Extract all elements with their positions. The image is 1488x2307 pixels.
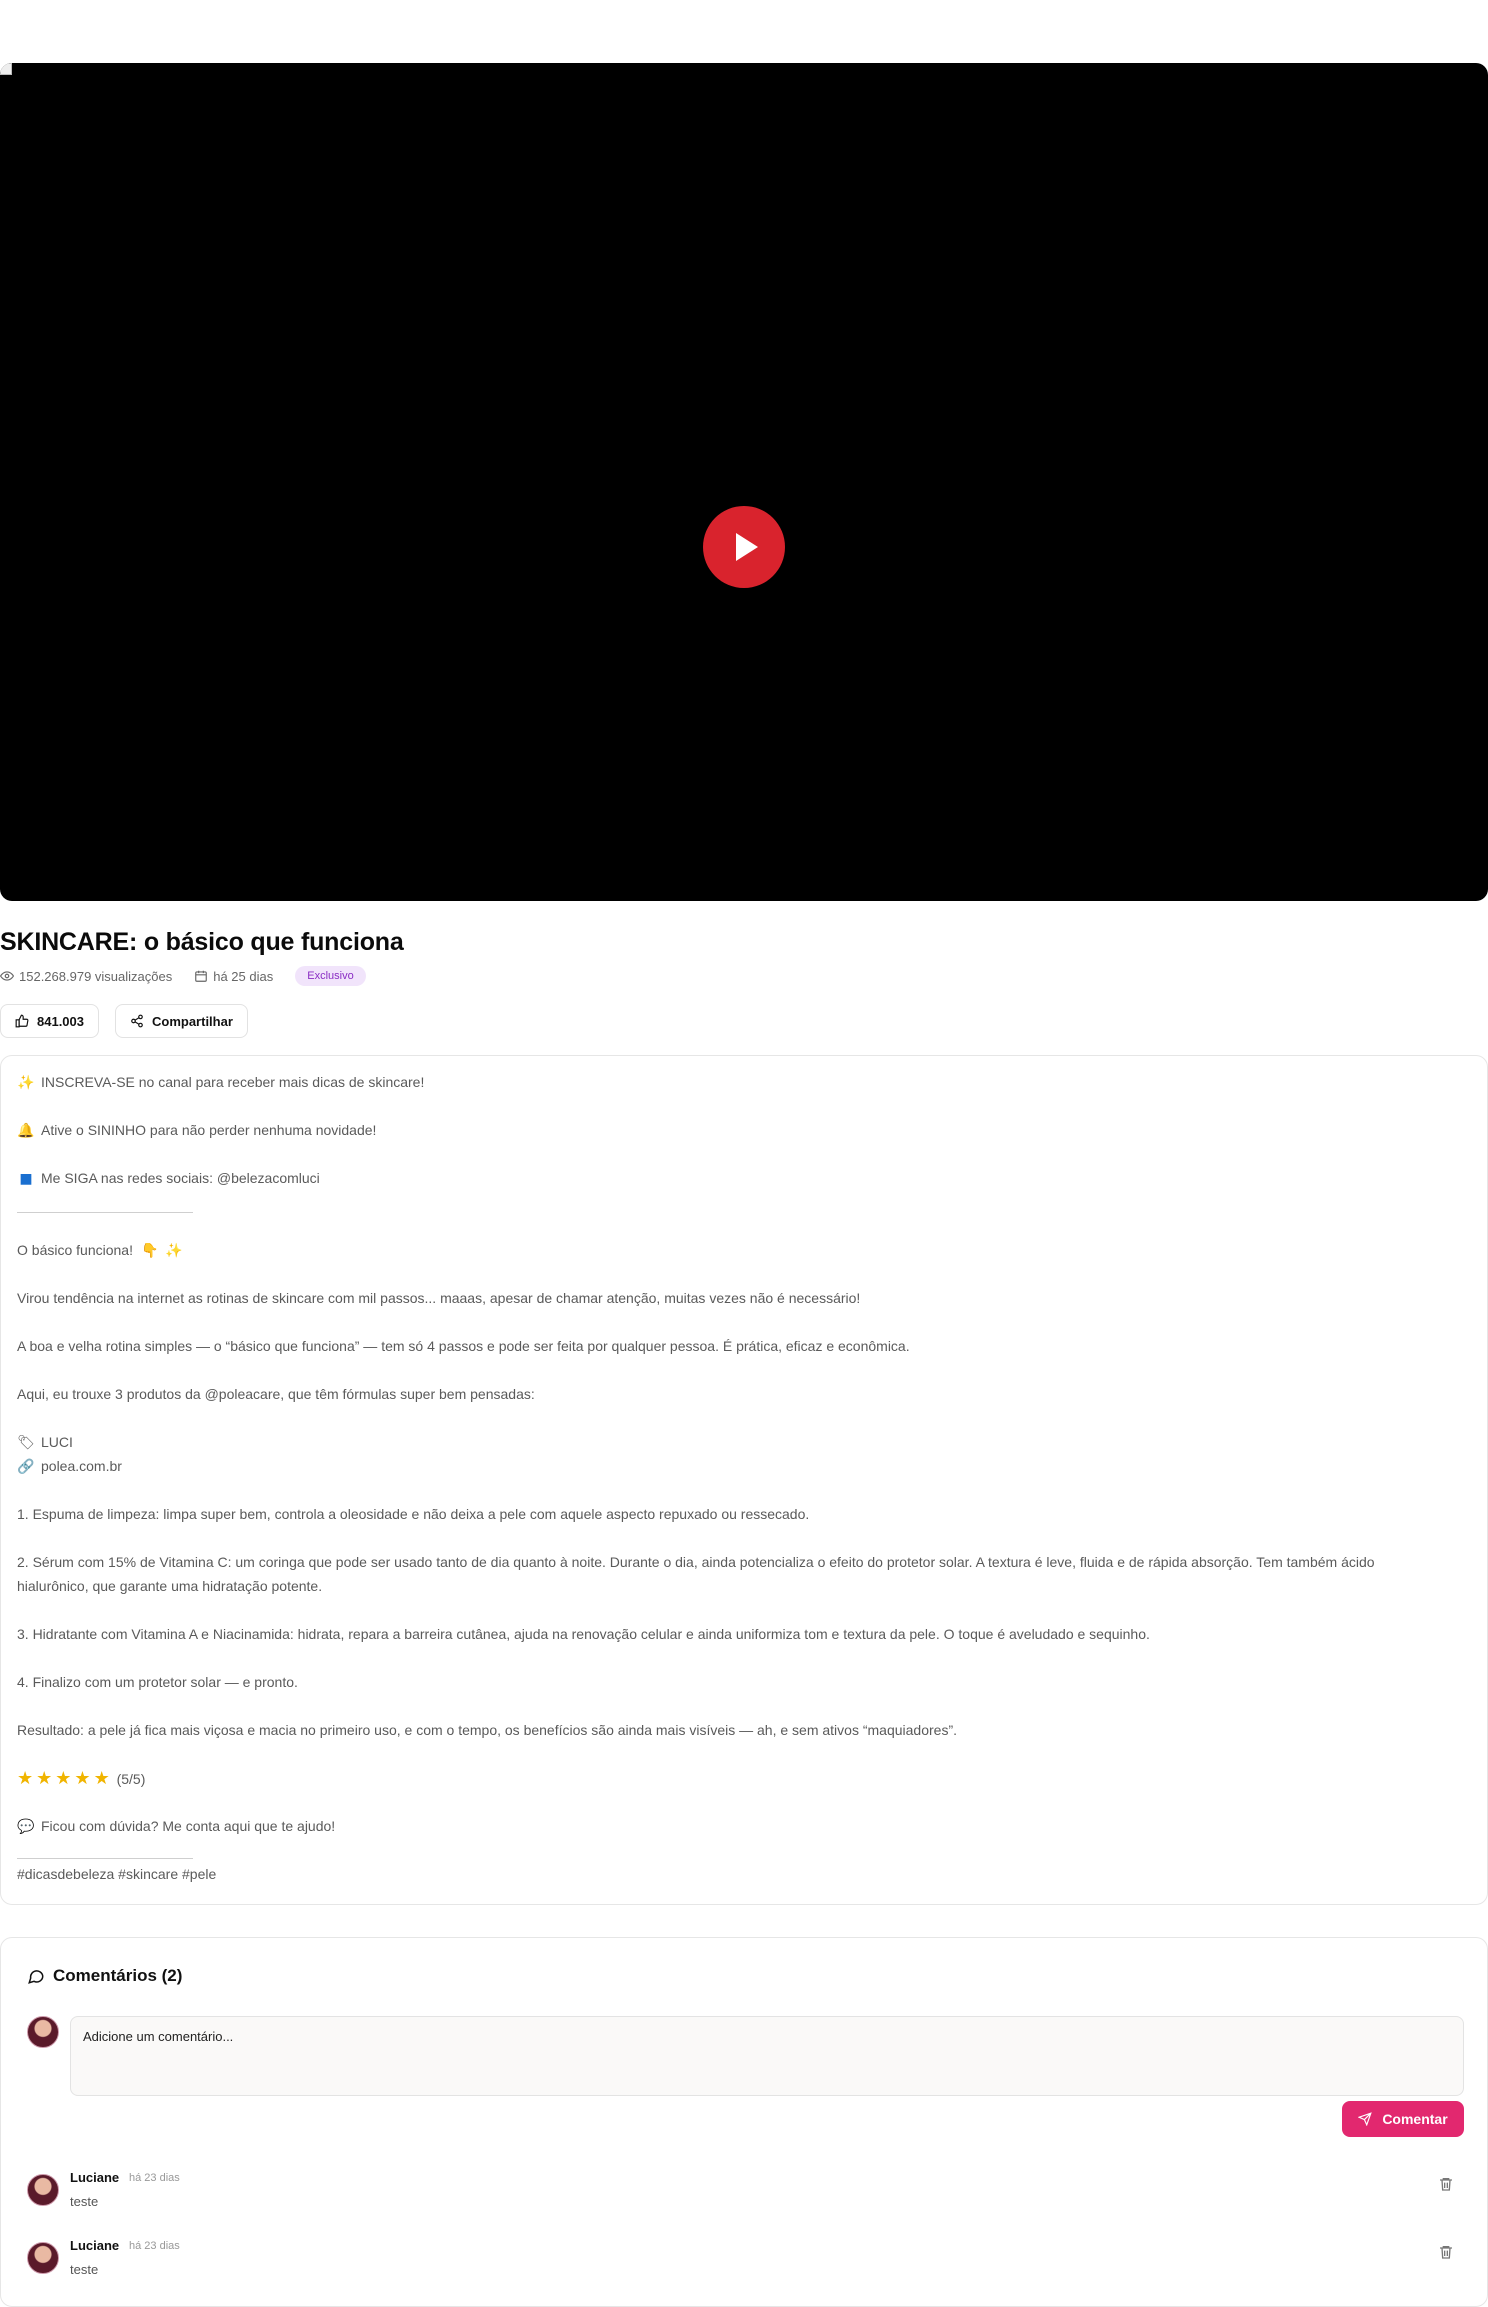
divider — [17, 1858, 193, 1859]
comment-text: teste — [70, 2194, 99, 2209]
comment-input[interactable]: Adicione um comentário... — [70, 2016, 1464, 2096]
star-icon: ★ — [17, 1768, 34, 1789]
point-down-icon: 👇 — [141, 1243, 159, 1259]
subscribe-text: INSCREVA-SE no canal para receber mais d… — [41, 1074, 425, 1090]
site-text[interactable]: polea.com.br — [41, 1458, 122, 1474]
video-actions: 841.003 Compartilhar — [0, 1004, 248, 1038]
trash-icon[interactable] — [1438, 2244, 1454, 2260]
video-title: SKINCARE: o básico que funciona — [0, 928, 404, 956]
comment-time: há 23 dias — [129, 2240, 180, 2252]
speech-bubble-icon: 💬 — [17, 1819, 35, 1835]
star-icon: ★ — [93, 1768, 110, 1789]
trash-icon[interactable] — [1438, 2176, 1454, 2192]
divider — [17, 1212, 193, 1213]
thumbnail-image — [0, 63, 12, 75]
star-icon: ★ — [55, 1768, 72, 1789]
comment-item: Luciane há 23 dias teste — [1, 2170, 1487, 2230]
play-icon — [736, 533, 758, 561]
link-icon: 🔗 — [17, 1459, 35, 1475]
bell-text: Ative o SININHO para não perder nenhuma … — [41, 1122, 377, 1138]
comments-section: Comentários (2) Adicione um comentário..… — [0, 1937, 1488, 2307]
subscribe-line: ✨ INSCREVA-SE no canal para receber mais … — [17, 1074, 424, 1091]
comments-heading: Comentários (2) — [27, 1966, 182, 1986]
comments-title: Comentários (2) — [53, 1966, 183, 1985]
result-line: Resultado: a pele já fica mais viçosa e … — [17, 1722, 957, 1738]
play-button[interactable] — [703, 506, 785, 588]
calendar-icon — [195, 970, 208, 982]
sparkles-icon: ✨ — [165, 1243, 183, 1259]
comment-item: Luciane há 23 dias teste — [1, 2238, 1487, 2298]
sparkles-icon: ✨ — [17, 1075, 35, 1091]
star-icon: ★ — [74, 1768, 91, 1789]
avatar — [27, 2174, 59, 2206]
eye-icon — [0, 971, 14, 981]
video-description: ✨ INSCREVA-SE no canal para receber mais … — [0, 1055, 1488, 1905]
views-text: 152.268.979 visualizações — [19, 968, 173, 984]
coupon-line: 🏷 LUCI — [17, 1434, 73, 1451]
date-text: há 25 dias — [213, 968, 274, 984]
comment-placeholder: Adicione um comentário... — [83, 2029, 234, 2044]
video-meta: 152.268.979 visualizações há 25 dias Exc… — [0, 965, 366, 987]
step-2: 2. Sérum com 15% de Vitamina C: um corin… — [17, 1554, 1375, 1594]
comment-author[interactable]: Luciane — [70, 2238, 119, 2253]
views-count: 152.268.979 visualizações — [0, 969, 172, 984]
tag-icon: 🏷 — [17, 1435, 35, 1451]
speech-bubble-icon — [28, 1970, 44, 1984]
paper-plane-icon — [1358, 2112, 1373, 2126]
follow-text: Me SIGA nas redes sociais: @belezacomluc… — [41, 1170, 320, 1186]
share-icon — [131, 1014, 143, 1028]
question-text: Ficou com dúvida? Me conta aqui que te a… — [41, 1818, 336, 1834]
video-player[interactable] — [0, 63, 1488, 901]
rating-text: (5/5) — [116, 1771, 146, 1787]
site-line: 🔗 polea.com.br — [17, 1458, 122, 1475]
avatar — [27, 2242, 59, 2274]
star-icon: ★ — [36, 1768, 53, 1789]
rating: ★ ★ ★ ★ ★ (5/5) — [17, 1768, 145, 1789]
comment-time: há 23 dias — [129, 2172, 180, 2184]
paragraph-2: A boa e velha rotina simples — o “básico… — [17, 1338, 910, 1354]
like-button[interactable]: 841.003 — [0, 1004, 99, 1038]
share-button[interactable]: Compartilhar — [115, 1004, 248, 1038]
paragraph-3: Aqui, eu trouxe 3 produtos da @poleacare… — [17, 1386, 535, 1402]
comment-author[interactable]: Luciane — [70, 2170, 119, 2185]
like-count: 841.003 — [37, 1013, 84, 1029]
comment-text: teste — [70, 2262, 99, 2277]
coupon-text: LUCI — [41, 1434, 73, 1450]
step-1: 1. Espuma de limpeza: limpa super bem, c… — [17, 1506, 810, 1522]
question-line: 💬 Ficou com dúvida? Me conta aqui que te … — [17, 1818, 335, 1835]
thumbs-up-icon — [15, 1014, 29, 1028]
publish-date: há 25 dias — [194, 969, 273, 984]
follow-line: ■ Me SIGA nas redes sociais: @belezacomlu… — [17, 1170, 320, 1187]
submit-label: Comentar — [1382, 2111, 1448, 2127]
bell-icon: 🔔 — [17, 1123, 35, 1139]
avatar — [27, 2016, 59, 2048]
paragraph-1: Virou tendência na internet as rotinas d… — [17, 1290, 861, 1306]
intro-text: O básico funciona! — [17, 1242, 133, 1258]
star-rating: ★ ★ ★ ★ ★ — [17, 1768, 113, 1789]
hashtags[interactable]: #dicasdebeleza #skincare #pele — [17, 1866, 216, 1882]
submit-comment-button[interactable]: Comentar — [1342, 2101, 1464, 2137]
intro-line: O básico funciona! 👇 ✨ — [17, 1242, 189, 1259]
social-icon: ■ — [19, 1171, 33, 1187]
exclusive-badge: Exclusivo — [295, 966, 366, 986]
bell-line: 🔔 Ative o SININHO para não perder nenhuma… — [17, 1122, 376, 1139]
share-label: Compartilhar — [152, 1013, 233, 1029]
step-3: 3. Hidratante com Vitamina A e Niacinami… — [17, 1626, 1150, 1642]
step-4: 4. Finalizo com um protetor solar — e pr… — [17, 1674, 298, 1690]
